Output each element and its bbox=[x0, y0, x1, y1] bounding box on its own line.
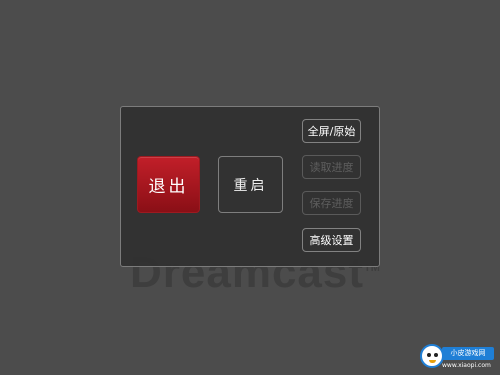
emulator-menu-panel: 退出 重启 全屏/原始 读取进度 保存进度 高级设置 bbox=[120, 106, 380, 267]
watermark-label: 小皮游戏网 bbox=[442, 347, 494, 360]
load-progress-button[interactable]: 读取进度 bbox=[302, 155, 361, 179]
exit-button[interactable]: 退出 bbox=[137, 156, 200, 213]
mascot-face-icon bbox=[420, 344, 444, 368]
site-watermark: 小皮游戏网 www.xiaopi.com bbox=[420, 344, 496, 372]
advanced-settings-button[interactable]: 高级设置 bbox=[302, 228, 361, 252]
restart-button[interactable]: 重启 bbox=[218, 156, 283, 213]
watermark-url: www.xiaopi.com bbox=[442, 362, 491, 369]
fullscreen-toggle-button[interactable]: 全屏/原始 bbox=[302, 119, 361, 143]
save-progress-button[interactable]: 保存进度 bbox=[302, 191, 361, 215]
